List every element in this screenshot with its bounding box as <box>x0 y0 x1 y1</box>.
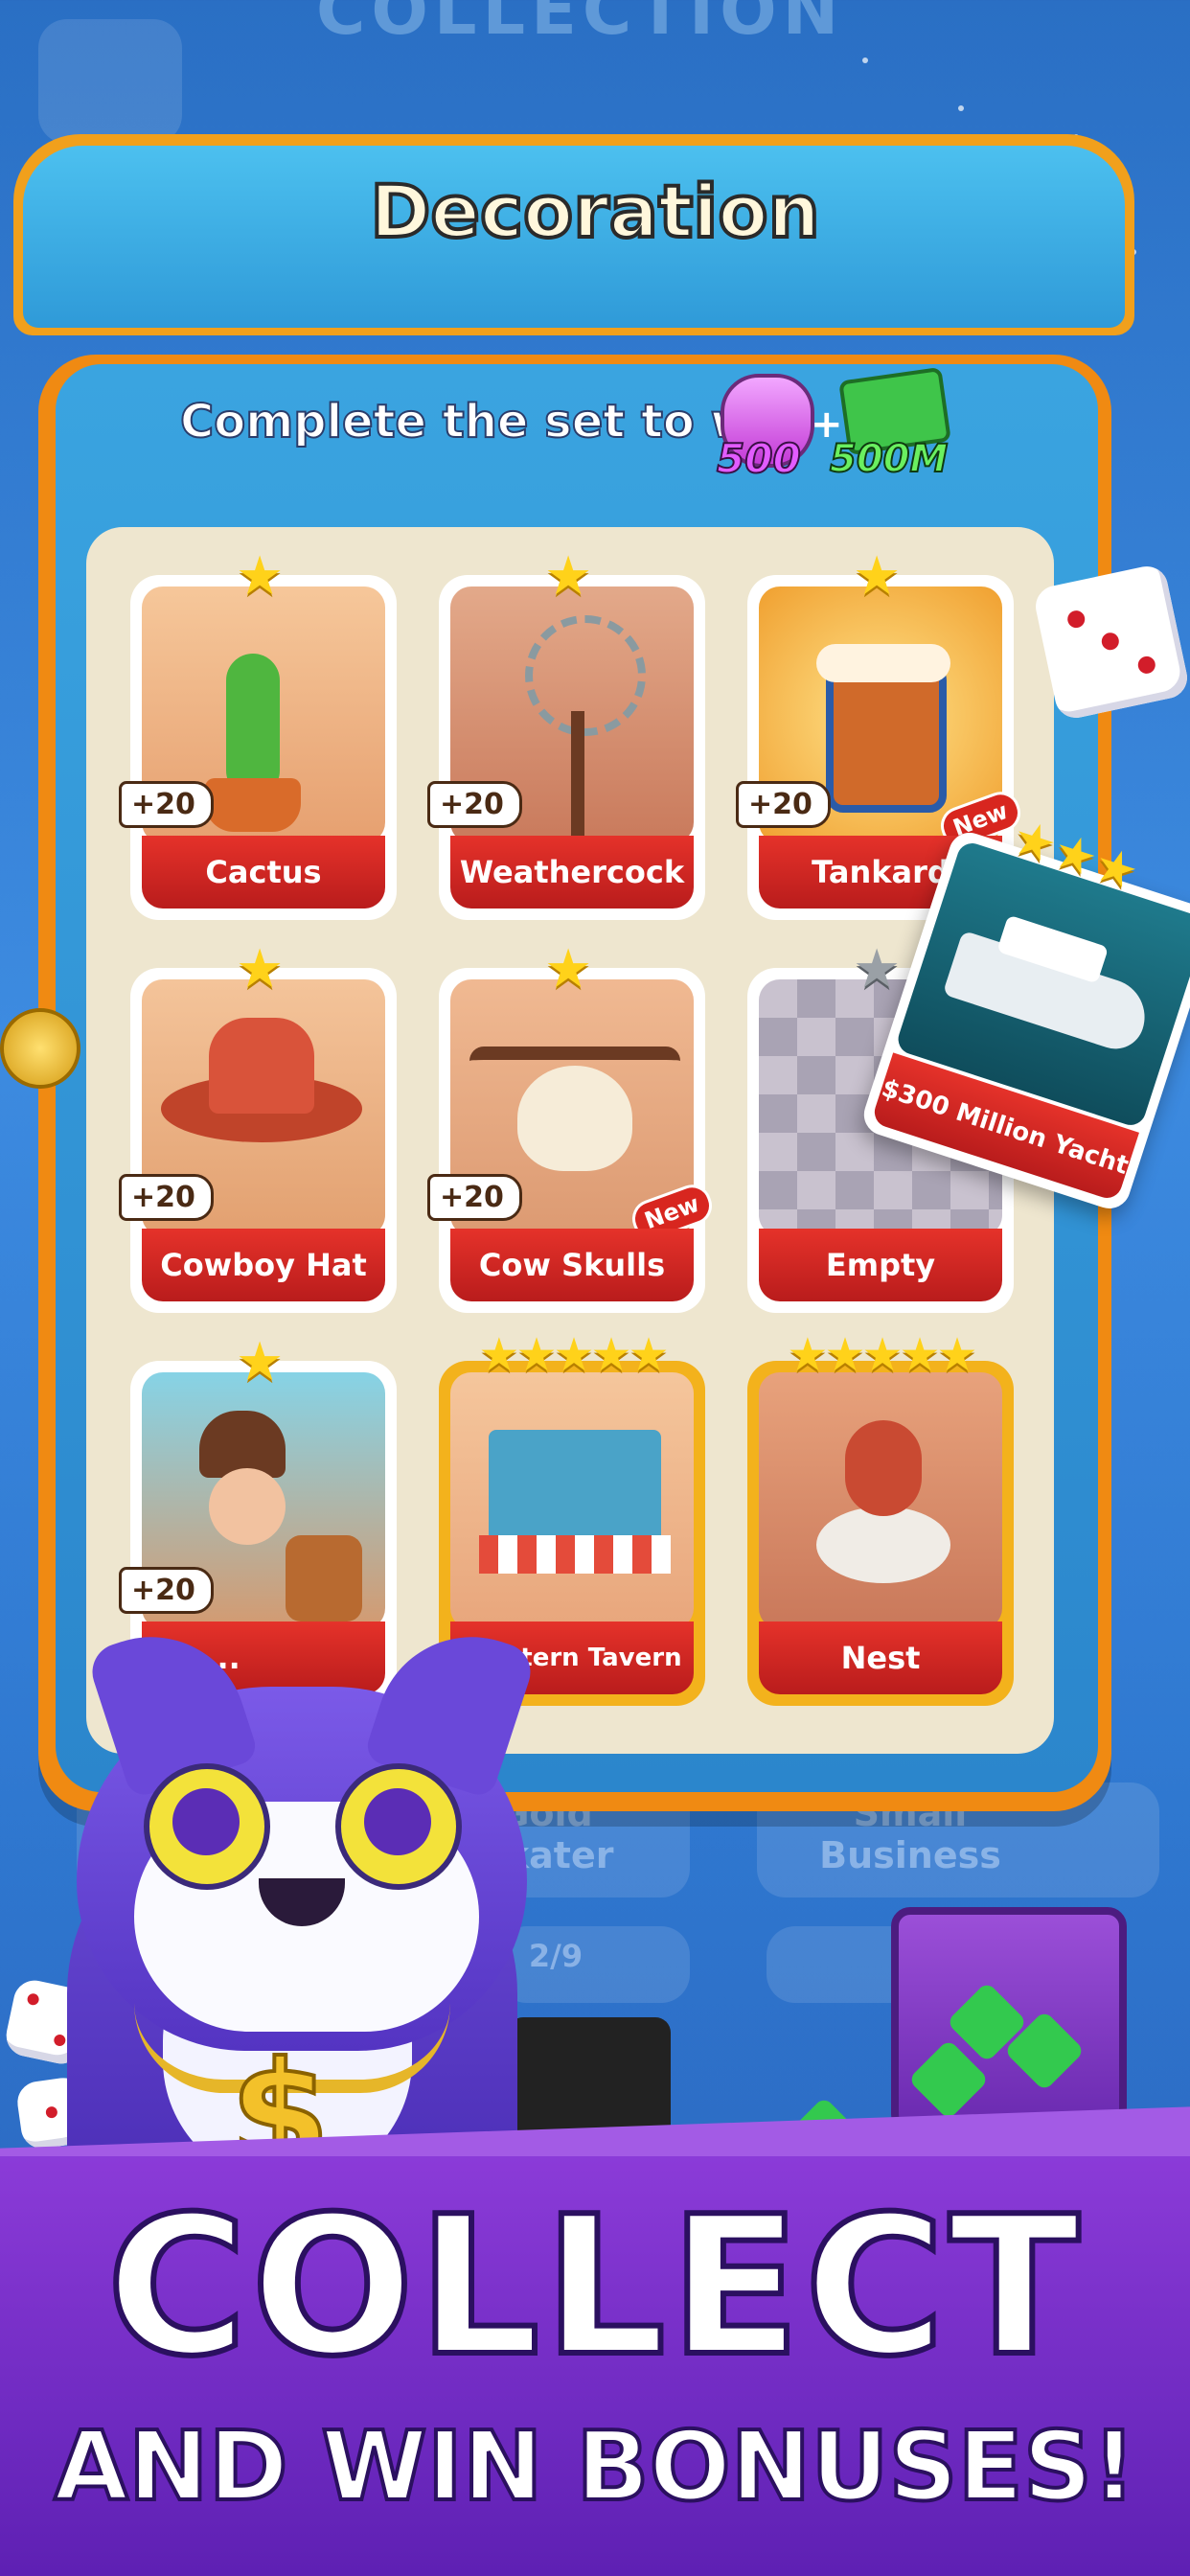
set-reward-text: Complete the set to win <box>179 394 803 449</box>
card-label: Nest <box>759 1622 1002 1694</box>
background-title: COLLECTION <box>316 0 845 50</box>
card-label: Cowboy Hat <box>142 1229 385 1301</box>
card-label: Cow Skulls <box>450 1229 694 1301</box>
potion-reward-amount: 500 <box>716 434 802 483</box>
horse-icon <box>816 1506 950 1583</box>
star-icon: ★ <box>236 1331 285 1393</box>
sparkle <box>862 58 868 63</box>
card-nest[interactable]: ★★★★★ Nest <box>747 1328 1014 1706</box>
star-icon: ★ <box>544 545 593 608</box>
pot-icon <box>205 778 301 832</box>
star-icon: ★ <box>236 545 285 608</box>
background-set-tile <box>38 19 182 144</box>
card-label: Cactus <box>142 836 385 908</box>
tankard-icon <box>826 663 947 813</box>
card-cactus[interactable]: ★ +20 Cactus <box>119 550 397 920</box>
five-stars-icon: ★★★★★ <box>787 1328 977 1382</box>
card-weathercock[interactable]: ★ +20 Weathercock <box>427 550 705 920</box>
promo-subline: AND WIN BONUSES! <box>52 2408 1137 2524</box>
five-stars-icon: ★★★★★ <box>478 1328 669 1382</box>
bonus-badge: +20 <box>119 781 214 828</box>
bonus-badge: +20 <box>119 1174 214 1221</box>
rider-icon <box>845 1420 922 1516</box>
cash-reward-amount: 500M <box>829 436 949 482</box>
nest-art <box>759 1372 1002 1629</box>
western-tavern-art <box>450 1372 694 1629</box>
star-icon: ★ <box>544 938 593 1000</box>
star-icon: ★ <box>853 545 902 608</box>
card-cowboy-hat[interactable]: ★ +20 Cowboy Hat <box>119 943 397 1313</box>
card-label: Empty <box>759 1229 1002 1301</box>
cat-eye-right <box>335 1763 462 1890</box>
card-label: Weathercock <box>450 836 694 908</box>
hat-icon <box>209 1018 314 1114</box>
foam-icon <box>816 644 950 682</box>
bonus-badge: +20 <box>119 1567 214 1614</box>
bonus-badge: +20 <box>736 781 831 828</box>
panel-title: Decoration <box>368 167 821 256</box>
coin-icon <box>0 1008 80 1089</box>
bonus-badge: +20 <box>427 781 522 828</box>
windmill-icon <box>525 615 646 736</box>
awning-icon <box>479 1535 671 1574</box>
cat-eye-left <box>144 1763 270 1890</box>
horns-icon <box>469 1046 680 1089</box>
star-icon: ★ <box>236 938 285 1000</box>
star-empty-icon: ★ <box>853 938 902 1000</box>
bonus-badge: +20 <box>427 1174 522 1221</box>
promo-headline: COLLECT <box>103 2173 1084 2402</box>
card-cow-skulls[interactable]: ★ +20 New Cow Skulls <box>427 943 718 1313</box>
sparkle <box>958 105 964 111</box>
dice-icon <box>1031 562 1190 723</box>
barrel-icon <box>286 1535 362 1622</box>
windmill-pole <box>571 711 584 836</box>
cowboy-face-icon <box>209 1468 286 1545</box>
cactus-icon <box>226 654 280 797</box>
